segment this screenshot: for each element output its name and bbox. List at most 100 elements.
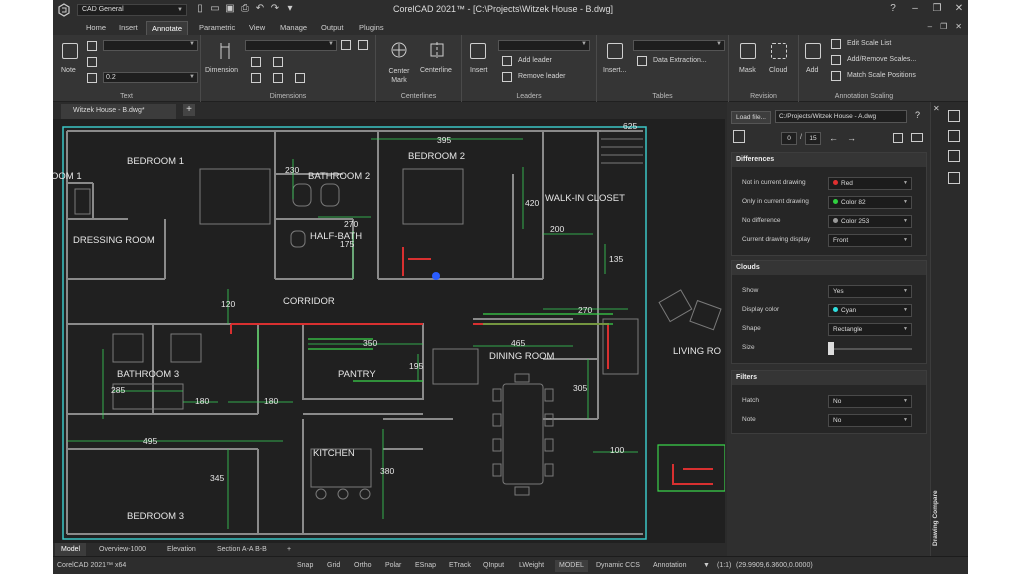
selection-grip[interactable] bbox=[432, 272, 440, 280]
centerline-icon[interactable] bbox=[428, 41, 446, 59]
table-style-select[interactable]: ▼ bbox=[633, 40, 725, 51]
match-scale-positions-icon[interactable] bbox=[831, 71, 841, 81]
redo-icon[interactable]: ↷ bbox=[270, 3, 280, 15]
note-icon[interactable] bbox=[62, 43, 78, 59]
qat-dropdown-icon[interactable]: ▾ bbox=[285, 3, 295, 15]
shape-select[interactable]: Rectangle ▼ bbox=[828, 323, 912, 336]
drawing-canvas[interactable]: BEDROOM 1 OOM 1 DRESSING ROOM BATHROOM 2… bbox=[53, 119, 725, 543]
file-path-field[interactable]: C:/Projects/Witzek House - A.dwg bbox=[775, 110, 907, 123]
status-esnap[interactable]: ESnap bbox=[411, 560, 440, 572]
status-annotation[interactable]: Annotation bbox=[649, 560, 690, 572]
linear-dim-icon[interactable] bbox=[251, 57, 261, 67]
tab-view[interactable]: View bbox=[244, 21, 270, 35]
insert-leader-icon[interactable] bbox=[470, 43, 486, 59]
tab-annotate[interactable]: Annotate bbox=[146, 21, 189, 35]
size-slider-track[interactable] bbox=[828, 348, 912, 350]
help-icon[interactable]: ? bbox=[915, 110, 920, 120]
blocks-icon[interactable] bbox=[948, 150, 960, 162]
compare-icon[interactable] bbox=[733, 130, 745, 143]
dimension-break-icon[interactable] bbox=[295, 73, 305, 83]
close-panel-icon[interactable]: ✕ bbox=[933, 104, 940, 113]
find-text-icon[interactable] bbox=[87, 57, 97, 67]
save-icon[interactable]: ▣ bbox=[225, 3, 235, 15]
status-qinput[interactable]: QInput bbox=[479, 560, 508, 572]
show-clouds-select[interactable]: Yes ▼ bbox=[828, 285, 912, 298]
add-remove-scales-icon[interactable] bbox=[831, 55, 841, 65]
smart-dimension-icon[interactable] bbox=[358, 40, 368, 50]
tab-home[interactable]: Home bbox=[81, 21, 111, 35]
text-height-icon[interactable] bbox=[87, 73, 97, 83]
layout-tab-overview[interactable]: Overview-1000 bbox=[93, 543, 152, 556]
current-drawing-display-select[interactable]: Front ▼ bbox=[828, 234, 912, 247]
text-style-icon[interactable] bbox=[87, 41, 97, 51]
leader-style-select[interactable]: ▼ bbox=[498, 40, 590, 51]
note-filter-select[interactable]: No ▼ bbox=[828, 414, 912, 427]
tab-parametric[interactable]: Parametric bbox=[194, 21, 240, 35]
layout-tab-section[interactable]: Section A-A B-B bbox=[211, 543, 273, 556]
status-ortho[interactable]: Ortho bbox=[350, 560, 376, 572]
restore-icon[interactable]: ❐ bbox=[932, 2, 942, 16]
hatch-filter-select[interactable]: No ▼ bbox=[828, 395, 912, 408]
add-layout-icon[interactable]: + bbox=[281, 543, 297, 556]
size-slider-handle[interactable] bbox=[828, 342, 834, 355]
minimize-icon[interactable]: – bbox=[910, 2, 920, 16]
status-etrack[interactable]: ETrack bbox=[445, 560, 475, 572]
drawing-compare-side-tab[interactable]: ✕ Drawing Compare bbox=[930, 102, 942, 556]
arrow-left-icon[interactable]: ← bbox=[829, 133, 838, 143]
monitor-icon[interactable] bbox=[911, 133, 923, 142]
edit-scale-list-icon[interactable] bbox=[831, 39, 841, 49]
dimension-edit-icon[interactable] bbox=[251, 73, 261, 83]
undo-icon[interactable]: ↶ bbox=[255, 3, 265, 15]
status-polar[interactable]: Polar bbox=[381, 560, 405, 572]
status-dynamic-ccs[interactable]: Dynamic CCS bbox=[592, 560, 644, 572]
help-icon[interactable]: ? bbox=[888, 2, 898, 16]
new-tab-button[interactable]: + bbox=[183, 104, 195, 116]
tab-plugins[interactable]: Plugins bbox=[354, 21, 389, 35]
tab-insert[interactable]: Insert bbox=[114, 21, 143, 35]
center-mark-icon[interactable] bbox=[390, 41, 408, 59]
workspace-select[interactable]: CAD General ▼ bbox=[77, 4, 187, 16]
compare-tool-icon[interactable] bbox=[948, 172, 960, 184]
document-tab[interactable]: Witzek House - B.dwg*✕ bbox=[61, 104, 190, 119]
status-lweight[interactable]: LWeight bbox=[515, 560, 548, 572]
minimize-ribbon-icon[interactable]: – bbox=[928, 22, 932, 31]
layout-tab-elevation[interactable]: Elevation bbox=[161, 543, 202, 556]
dimension-style-icon[interactable] bbox=[341, 40, 351, 50]
data-extraction-icon[interactable] bbox=[637, 56, 647, 66]
annotation-dropdown-icon[interactable]: ▼ bbox=[699, 560, 714, 572]
dimension-text-icon[interactable] bbox=[273, 73, 283, 83]
cloud-icon[interactable] bbox=[771, 43, 787, 59]
dimension-icon[interactable] bbox=[217, 41, 233, 61]
arrow-right-icon[interactable]: → bbox=[847, 133, 856, 143]
baseline-dim-icon[interactable] bbox=[273, 57, 283, 67]
save-report-icon[interactable] bbox=[893, 133, 903, 143]
restore-doc-icon[interactable]: ❐ bbox=[940, 22, 947, 31]
load-file-button[interactable]: Load file... bbox=[731, 111, 771, 124]
tab-output[interactable]: Output bbox=[316, 21, 349, 35]
page-current-field[interactable]: 0 bbox=[781, 132, 797, 145]
status-snap[interactable]: Snap bbox=[293, 560, 317, 572]
text-height-select[interactable]: 0.2 ▼ bbox=[103, 72, 198, 83]
status-model[interactable]: MODEL bbox=[555, 560, 588, 572]
close-doc-icon[interactable]: ✕ bbox=[955, 22, 962, 31]
print-icon[interactable]: ⎙ bbox=[240, 3, 250, 15]
tab-manage[interactable]: Manage bbox=[275, 21, 312, 35]
remove-leader-icon[interactable] bbox=[502, 72, 512, 82]
insert-table-icon[interactable] bbox=[607, 43, 623, 59]
not-in-current-select[interactable]: Red ▼ bbox=[828, 177, 912, 190]
new-file-icon[interactable]: ▯ bbox=[195, 3, 205, 15]
mask-icon[interactable] bbox=[740, 43, 756, 59]
display-color-select[interactable]: Cyan ▼ bbox=[828, 304, 912, 317]
status-grid[interactable]: Grid bbox=[323, 560, 344, 572]
properties-icon[interactable] bbox=[948, 110, 960, 122]
open-folder-icon[interactable]: ▭ bbox=[210, 3, 220, 15]
add-leader-icon[interactable] bbox=[502, 56, 512, 66]
no-difference-select[interactable]: Color 253 ▼ bbox=[828, 215, 912, 228]
layers-icon[interactable] bbox=[948, 130, 960, 142]
close-icon[interactable]: ✕ bbox=[954, 2, 964, 16]
only-in-current-select[interactable]: Color 82 ▼ bbox=[828, 196, 912, 209]
dimension-style-select[interactable]: ▼ bbox=[245, 40, 337, 51]
add-scale-icon[interactable] bbox=[805, 43, 821, 59]
layout-tab-model[interactable]: Model bbox=[55, 543, 87, 556]
text-style-select[interactable]: ▼ bbox=[103, 40, 198, 51]
